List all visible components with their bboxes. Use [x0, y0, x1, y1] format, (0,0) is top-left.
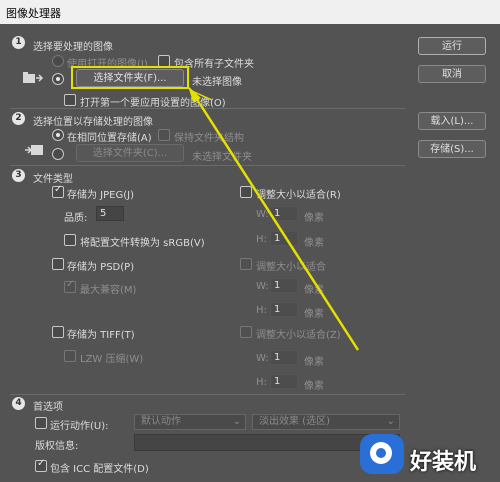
watermark-logo: [360, 434, 404, 474]
annotation-arrow: [188, 86, 360, 351]
watermark-text: 好装机: [410, 450, 477, 475]
watermark-logo-dot: [376, 448, 386, 458]
